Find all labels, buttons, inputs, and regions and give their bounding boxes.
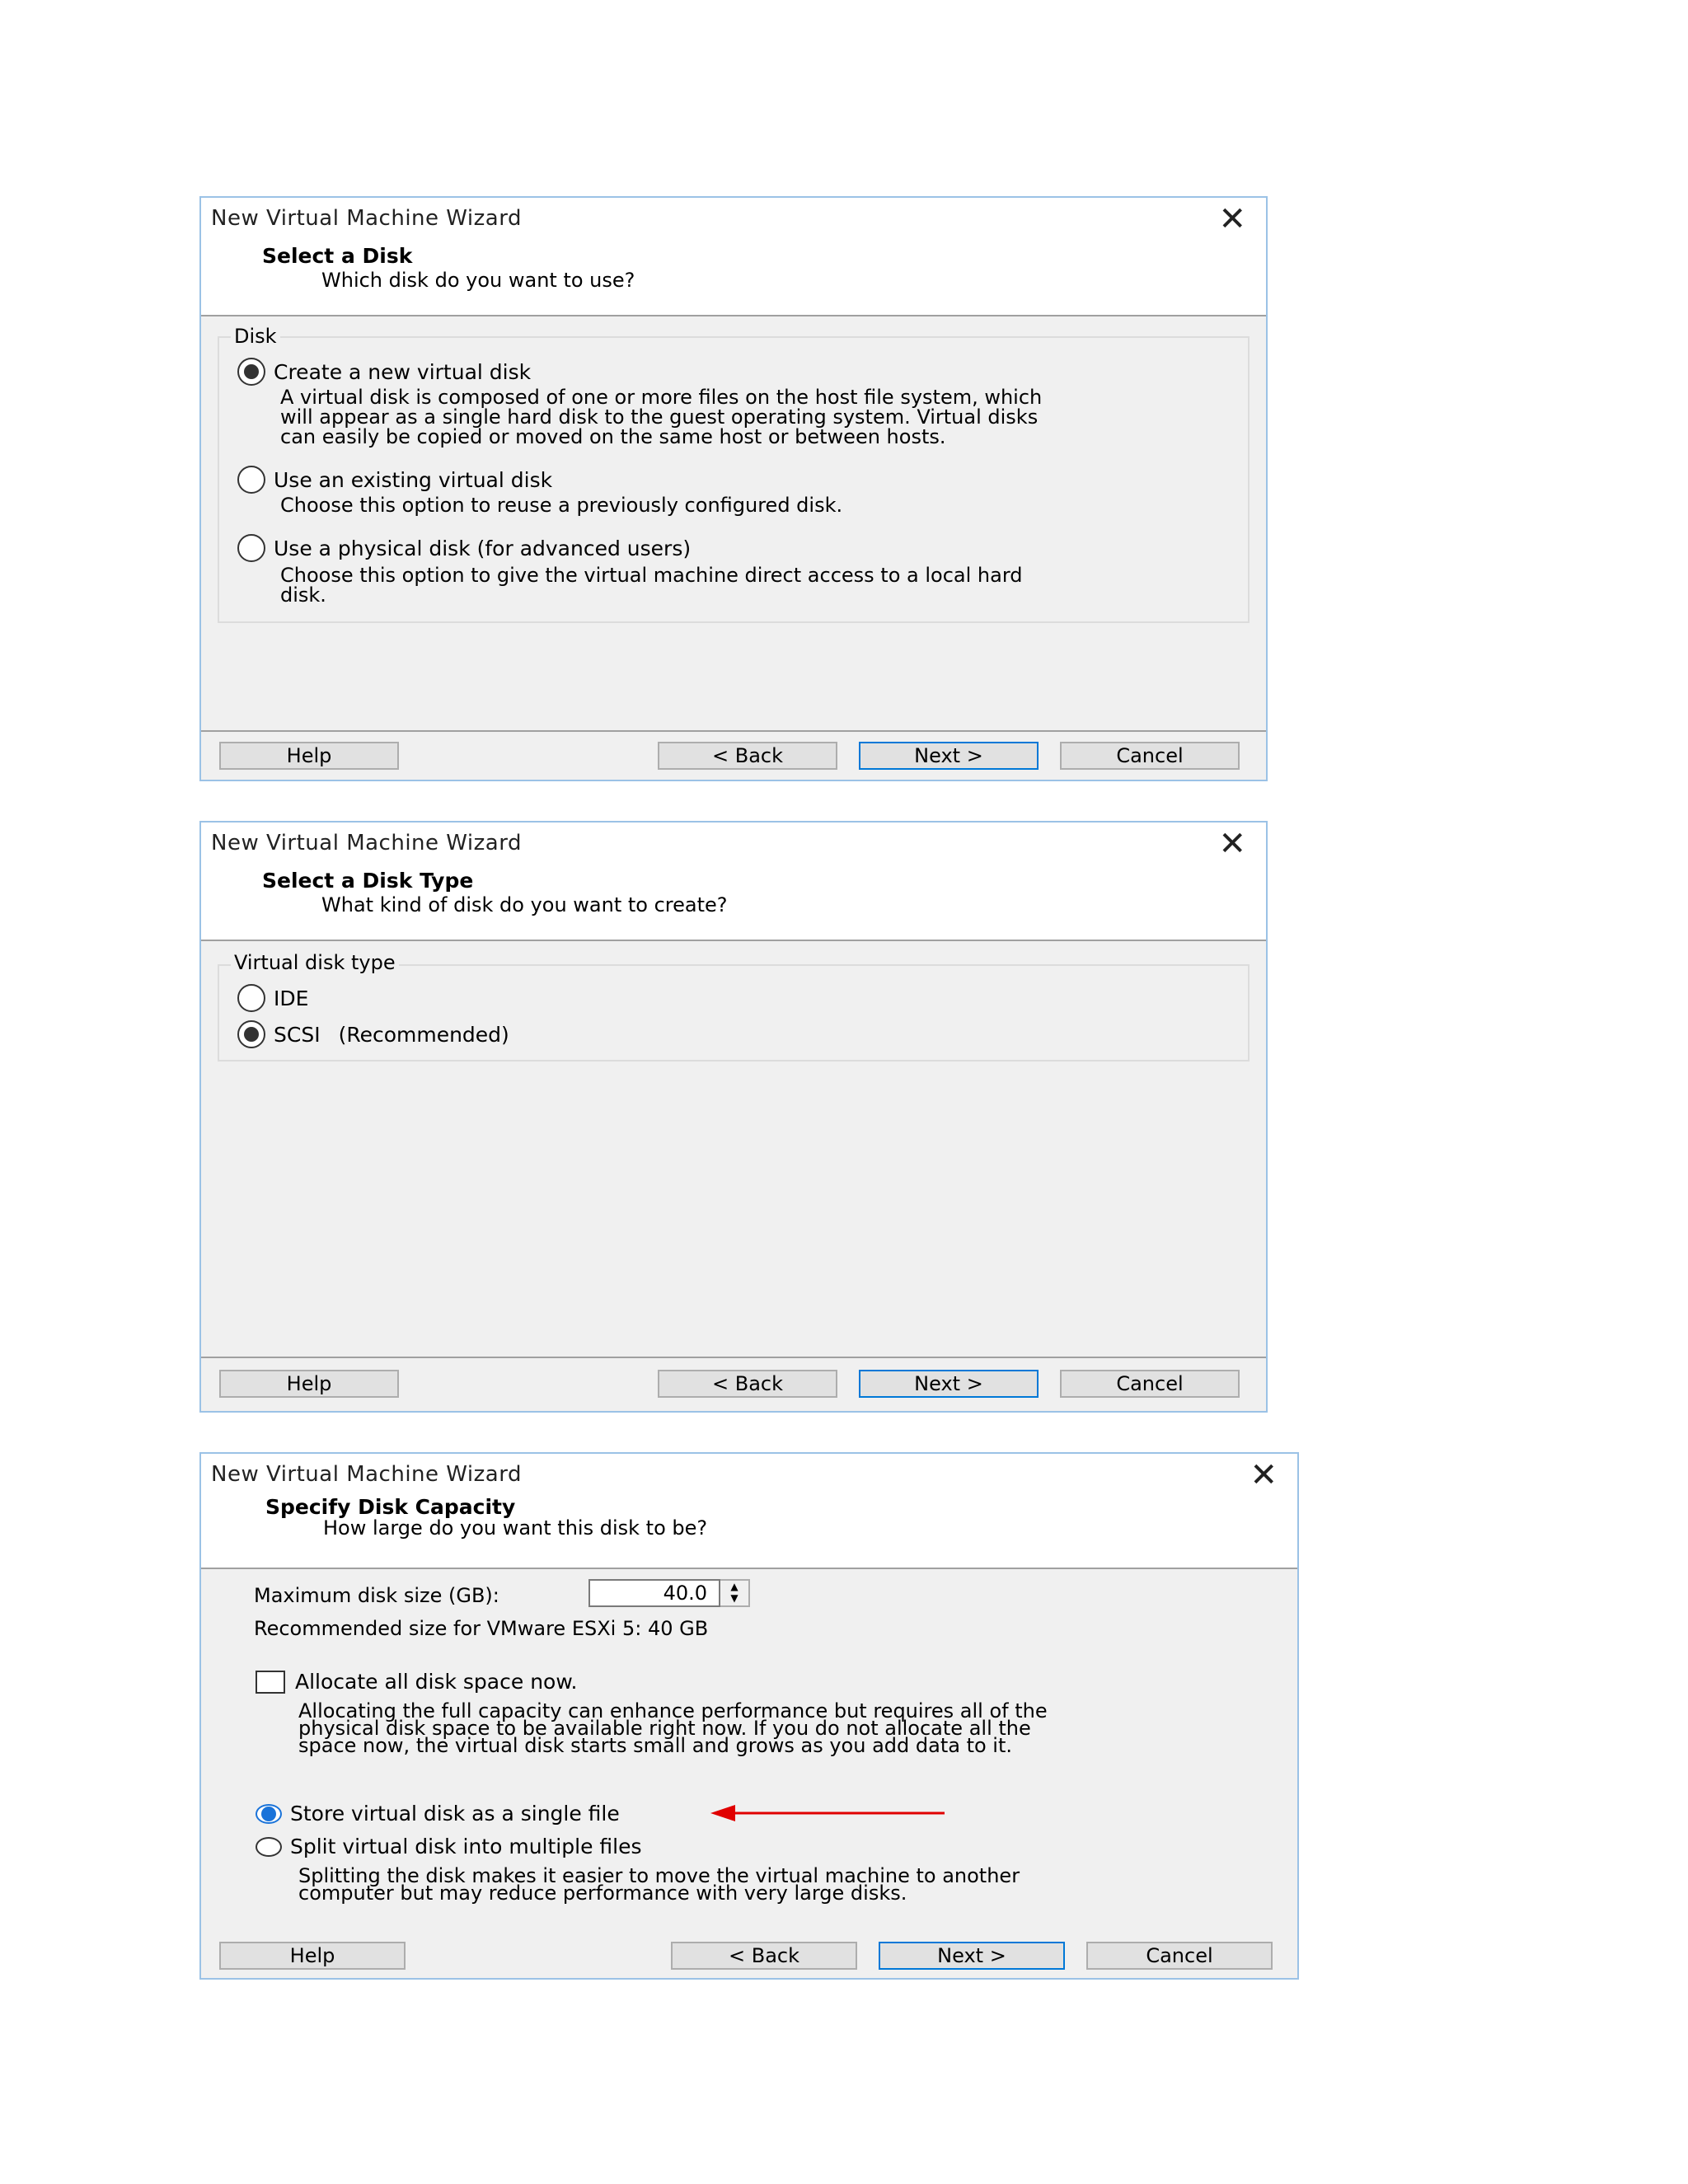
page-title: Select a Disk Type bbox=[262, 869, 474, 893]
option-label: SCSI bbox=[274, 1022, 321, 1047]
cancel-button[interactable]: Cancel bbox=[1086, 1942, 1273, 1970]
option-description: A virtual disk is composed of one or mor… bbox=[280, 387, 1042, 447]
allocate-description: Allocating the full capacity can enhance… bbox=[298, 1701, 1048, 1757]
radio-unselected-icon[interactable] bbox=[237, 984, 265, 1012]
radio-store-single-file[interactable]: Store virtual disk as a single file bbox=[256, 1802, 620, 1825]
next-button[interactable]: Next > bbox=[859, 1370, 1039, 1398]
close-icon[interactable]: ✕ bbox=[1250, 1459, 1278, 1492]
cancel-button[interactable]: Cancel bbox=[1060, 1370, 1240, 1398]
wizard-dialog-select-disk-type: New Virtual Machine Wizard ✕ Select a Di… bbox=[199, 821, 1268, 1413]
radio-selected-icon[interactable] bbox=[256, 1803, 282, 1824]
recommended-size-text: Recommended size for VMware ESXi 5: 40 G… bbox=[254, 1617, 709, 1640]
dialog-header: New Virtual Machine Wizard ✕ Specify Dis… bbox=[201, 1454, 1297, 1569]
help-button[interactable]: Help bbox=[219, 742, 399, 770]
split-description: Splitting the disk makes it easier to mo… bbox=[298, 1866, 1020, 1905]
option-label: Allocate all disk space now. bbox=[295, 1670, 578, 1694]
wizard-dialog-disk-capacity: New Virtual Machine Wizard ✕ Specify Dis… bbox=[199, 1452, 1299, 1980]
disk-size-spinner[interactable]: 40.0 ▲ ▼ bbox=[588, 1579, 750, 1607]
page-title: Specify Disk Capacity bbox=[265, 1495, 516, 1519]
window-title: New Virtual Machine Wizard bbox=[211, 1462, 522, 1487]
page-subtitle: What kind of disk do you want to create? bbox=[321, 893, 728, 916]
option-label: Store virtual disk as a single file bbox=[290, 1802, 620, 1825]
option-label: Use a physical disk (for advanced users) bbox=[274, 536, 692, 560]
desc-line: will appear as a single hard disk to the… bbox=[280, 405, 1039, 429]
back-button[interactable]: < Back bbox=[671, 1942, 857, 1970]
option-label: IDE bbox=[274, 986, 309, 1010]
option-label: Use an existing virtual disk bbox=[274, 467, 553, 492]
group-label: Virtual disk type bbox=[231, 951, 399, 974]
close-icon[interactable]: ✕ bbox=[1218, 827, 1246, 860]
radio-split-multiple-files[interactable]: Split virtual disk into multiple files bbox=[256, 1835, 642, 1858]
radio-unselected-icon[interactable] bbox=[256, 1836, 282, 1857]
desc-line: space now, the virtual disk starts small… bbox=[298, 1734, 1013, 1757]
back-button[interactable]: < Back bbox=[658, 1370, 837, 1398]
desc-line: computer but may reduce performance with… bbox=[298, 1882, 907, 1905]
disk-size-input[interactable]: 40.0 bbox=[588, 1579, 720, 1607]
option-label: Split virtual disk into multiple files bbox=[290, 1835, 642, 1858]
radio-scsi[interactable]: SCSI (Recommended) bbox=[237, 1020, 509, 1048]
option-description: Choose this option to give the virtual m… bbox=[280, 565, 1023, 605]
radio-ide[interactable]: IDE bbox=[237, 984, 308, 1012]
footer-separator bbox=[201, 730, 1266, 732]
dialog-header: New Virtual Machine Wizard ✕ Select a Di… bbox=[201, 823, 1266, 941]
help-button[interactable]: Help bbox=[219, 1942, 406, 1970]
close-icon[interactable]: ✕ bbox=[1218, 203, 1246, 236]
spinner-arrows-icon[interactable]: ▲ ▼ bbox=[720, 1579, 750, 1607]
page-title: Select a Disk bbox=[262, 244, 413, 268]
wizard-dialog-select-disk: New Virtual Machine Wizard ✕ Select a Di… bbox=[199, 196, 1268, 781]
radio-unselected-icon[interactable] bbox=[237, 534, 265, 562]
radio-selected-icon[interactable] bbox=[237, 1020, 265, 1048]
radio-use-existing-disk[interactable]: Use an existing virtual disk bbox=[237, 466, 552, 494]
cancel-button[interactable]: Cancel bbox=[1060, 742, 1240, 770]
page-subtitle: How large do you want this disk to be? bbox=[323, 1516, 708, 1540]
radio-create-new-disk[interactable]: Create a new virtual disk bbox=[237, 358, 531, 386]
group-label: Disk bbox=[231, 325, 280, 348]
back-button[interactable]: < Back bbox=[658, 742, 837, 770]
desc-line: Choose this option to give the virtual m… bbox=[280, 564, 1023, 587]
next-button[interactable]: Next > bbox=[879, 1942, 1065, 1970]
option-description: Choose this option to reuse a previously… bbox=[280, 495, 842, 515]
footer-separator bbox=[201, 1357, 1266, 1358]
dialog-header: New Virtual Machine Wizard ✕ Select a Di… bbox=[201, 198, 1266, 316]
radio-selected-icon[interactable] bbox=[237, 358, 265, 386]
radio-use-physical-disk[interactable]: Use a physical disk (for advanced users) bbox=[237, 534, 691, 562]
checkbox-icon[interactable] bbox=[256, 1670, 285, 1694]
help-button[interactable]: Help bbox=[219, 1370, 399, 1398]
window-title: New Virtual Machine Wizard bbox=[211, 206, 522, 231]
option-label: Create a new virtual disk bbox=[274, 359, 532, 384]
allocate-all-checkbox[interactable]: Allocate all disk space now. bbox=[256, 1670, 577, 1694]
max-disk-size-label: Maximum disk size (GB): bbox=[254, 1584, 499, 1607]
next-button[interactable]: Next > bbox=[859, 742, 1039, 770]
window-title: New Virtual Machine Wizard bbox=[211, 831, 522, 855]
page-subtitle: Which disk do you want to use? bbox=[321, 269, 635, 292]
recommended-note: (Recommended) bbox=[338, 1022, 509, 1047]
desc-line: Choose this option to reuse a previously… bbox=[280, 494, 843, 517]
desc-line: disk. bbox=[280, 583, 326, 607]
red-arrow-annotation bbox=[710, 1805, 945, 1821]
desc-line: A virtual disk is composed of one or mor… bbox=[280, 386, 1043, 409]
radio-unselected-icon[interactable] bbox=[237, 466, 265, 494]
desc-line: can easily be copied or moved on the sam… bbox=[280, 425, 946, 448]
